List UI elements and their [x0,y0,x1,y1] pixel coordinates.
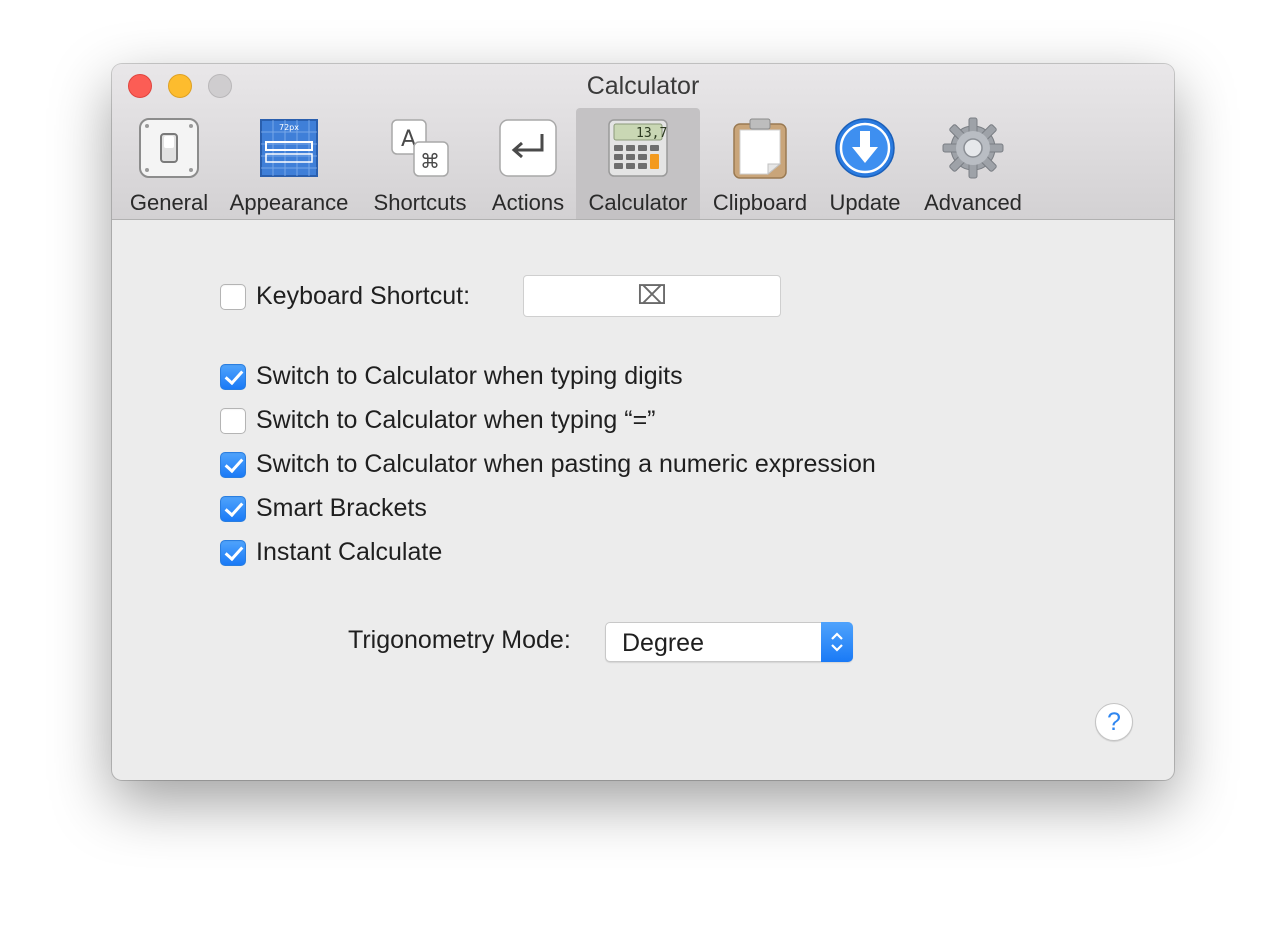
tab-label: Update [829,190,901,215]
tab-label: Calculator [588,190,688,215]
light-switch-icon [137,116,201,180]
option-label: Switch to Calculator when typing digits [256,362,683,390]
select-arrows-icon [821,622,853,662]
typing-digits-checkbox[interactable] [220,363,246,390]
svg-text:⌘: ⌘ [420,149,440,173]
gear-icon [941,116,1005,180]
tab-advanced[interactable]: Advanced [916,108,1030,219]
calculator-icon: 13,7 [606,116,670,180]
keyboard-keys-icon: A ⌘ [388,116,452,180]
tab-shortcuts[interactable]: A ⌘ Shortcuts [362,108,478,219]
tab-general[interactable]: General [122,108,216,219]
option-row: Instant Calculate [220,538,442,567]
tab-appearance[interactable]: 72px Appearance [224,108,354,219]
option-label: Switch to Calculator when pasting a nume… [256,450,876,478]
keyboard-shortcut-row: Keyboard Shortcut: [220,282,470,311]
trigonometry-mode-value: Degree [622,629,704,657]
keyboard-shortcut-checkbox[interactable] [220,283,246,310]
svg-text:72px: 72px [279,123,299,132]
tab-label: Shortcuts [373,190,467,215]
help-button[interactable]: ? [1095,703,1133,741]
tab-clipboard[interactable]: Clipboard [706,108,814,219]
option-row: Switch to Calculator when typing “=” [220,406,656,435]
window-title: Calculator [586,72,700,100]
titlebar-toolbar: Calculator General 72px Appearance A ⌘ S… [112,64,1174,220]
clipboard-icon [728,116,792,180]
trigonometry-mode-label: Trigonometry Mode: [348,626,571,654]
option-label: Smart Brackets [256,494,427,522]
tab-update[interactable]: Update [822,108,908,219]
option-label: Switch to Calculator when typing “=” [256,406,656,434]
trigonometry-row: Trigonometry Mode: [348,626,571,655]
shortcut-recorder-field[interactable]: ⌧ [523,275,781,317]
option-label: Instant Calculate [256,538,443,566]
keyboard-shortcut-label: Keyboard Shortcut: [256,282,471,310]
trigonometry-mode-select[interactable]: Degree [605,622,853,662]
calculator-settings-pane: Keyboard Shortcut: ⌧ Switch to Calculato… [112,220,1174,780]
typing-equals-checkbox[interactable] [220,407,246,434]
smart-brackets-checkbox[interactable] [220,495,246,522]
tab-calculator[interactable]: 13,7 Calculator [576,108,700,219]
option-row: Switch to Calculator when pasting a nume… [220,450,876,479]
tab-actions[interactable]: Actions [484,108,572,219]
preferences-window: Calculator General 72px Appearance A ⌘ S… [112,64,1174,780]
option-row: Smart Brackets [220,494,427,523]
tab-label: Clipboard [712,190,808,215]
clear-shortcut-icon: ⌧ [637,281,667,311]
tab-label: Actions [491,190,565,215]
download-arrow-icon [833,116,897,180]
tab-label: Appearance [229,190,349,215]
tab-label: General [129,190,209,215]
instant-calculate-checkbox[interactable] [220,539,246,566]
tab-label: Advanced [924,190,1022,215]
return-key-icon [496,116,560,180]
svg-text:13,7: 13,7 [636,126,667,141]
pasting-expression-checkbox[interactable] [220,451,246,478]
option-row: Switch to Calculator when typing digits [220,362,683,391]
blueprint-icon: 72px [257,116,321,180]
